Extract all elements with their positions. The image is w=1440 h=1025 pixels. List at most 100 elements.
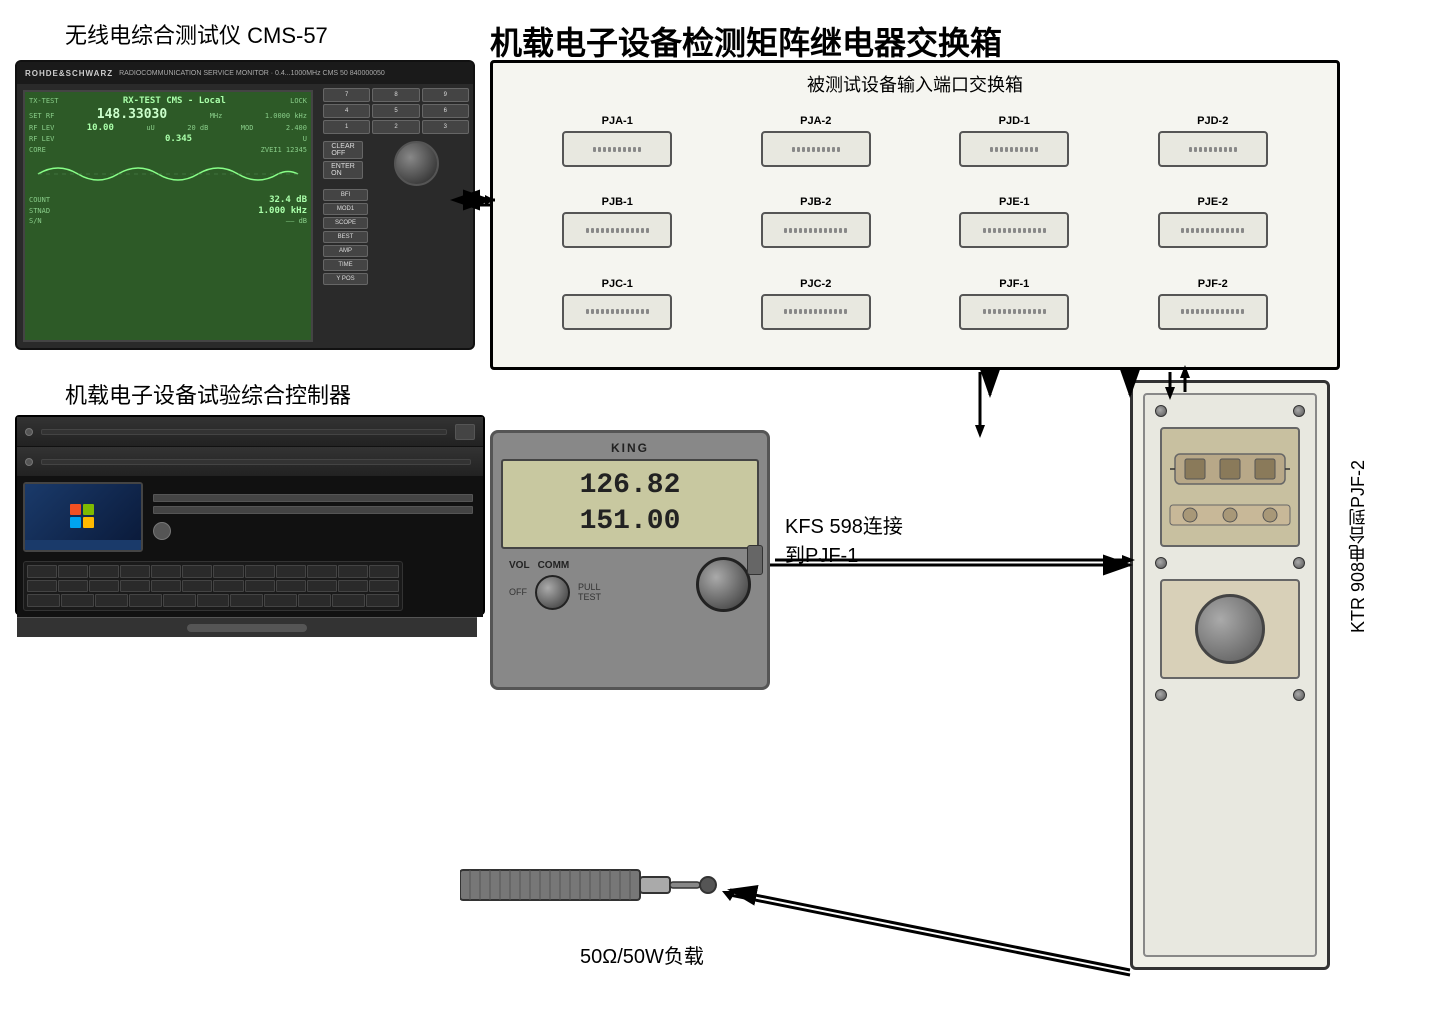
key-row3b [61,594,94,607]
pin [827,147,830,152]
pin [1028,309,1031,314]
kfs-labels: VOL COMM OFF PULL TEST [509,560,601,610]
kfs-vol-knob[interactable] [535,575,570,610]
kfs-connection-line1: KFS 598连接 [785,510,903,539]
cms-btn-4[interactable]: 4 [323,104,370,118]
kfs-main-knob[interactable] [696,557,751,612]
pin [631,228,634,233]
connector-pje1-port [959,212,1069,248]
key-row1l [369,565,399,578]
pin [1028,228,1031,233]
computer-handle [17,617,477,637]
cms-clear-btn[interactable]: CLEAROFF [323,141,363,159]
pin [794,228,797,233]
controller-label: 机载电子设备试验综合控制器 [65,378,351,410]
cms-main-knob[interactable] [394,141,439,186]
cms-btn-5[interactable]: 5 [372,104,419,118]
connector-pjf1-label: PJF-1 [999,278,1029,290]
cms-btn-1[interactable]: 7 [323,88,370,102]
ktr-screw-tr [1293,405,1305,417]
cms-time-btn[interactable]: TIME [323,259,368,271]
rack-unit-2 [17,447,483,477]
pin [1199,147,1202,152]
pin [611,228,614,233]
cms-zvei1: ZVEI1 12345 [261,146,307,154]
key-row1j [307,565,337,578]
key-row3i [298,594,331,607]
pin [792,147,795,152]
pin [1194,147,1197,152]
pin [993,228,996,233]
key-row3j [332,594,365,607]
pin [1206,309,1209,314]
cms-btn-2[interactable]: 8 [372,88,419,102]
pin [1201,228,1204,233]
win-q3 [70,517,81,528]
pin [834,309,837,314]
switch-box: 被测试设备输入端口交换箱 PJA-1 PJA-2 PJD-1 [490,60,1340,370]
power-button[interactable] [153,522,171,540]
pin [1033,228,1036,233]
load-device [460,855,720,925]
pin [641,228,644,233]
pin [586,228,589,233]
pin [1023,309,1026,314]
pin [1043,228,1046,233]
cms-best-btn[interactable]: BEST [323,231,368,243]
ktr-screw-tl [1155,405,1167,417]
cms-sn-label: S/N [29,217,42,225]
pin [829,309,832,314]
connector-pjc1-label: PJC-1 [602,278,633,290]
pin [601,309,604,314]
cms-screen: TX-TEST RX-TEST CMS - Local LOCK SET RF … [23,90,313,342]
cms-bfi-btn[interactable]: BFI [323,189,368,201]
ktr-coil-svg [1165,444,1295,494]
cms-mod1-btn[interactable]: MOD1 [323,203,368,215]
cms-device: ROHDE&SCHWARZ RADIOCOMMUNICATION SERVICE… [15,60,475,370]
cms-mod-label: MOD [241,124,254,132]
key-row3 [27,594,60,607]
pin [1226,309,1229,314]
key-row2d [120,580,150,593]
connector-pjc2: PJC-2 [722,278,911,349]
kfs-side-knob[interactable] [747,545,763,575]
cms-button-grid: 7 8 9 4 5 6 1 2 3 [323,88,469,134]
pin [817,147,820,152]
cms-btn-6[interactable]: 6 [422,104,469,118]
cms-enter-btn[interactable]: ENTERON [323,161,363,179]
cms-ypos-btn[interactable]: Y POS [323,273,368,285]
pin [807,147,810,152]
cms-stnad: 1.000 kHz [258,206,307,216]
pin [631,309,634,314]
switch-box-connectors: PJA-1 PJA-2 PJD-1 [493,105,1337,359]
pin [998,228,1001,233]
connector-pja1-port [562,131,672,167]
pin [1033,309,1036,314]
pin [611,309,614,314]
computer-keyboard-unit [17,557,483,617]
cms-freq-unit: MHz [210,112,223,120]
cms-amp-btn[interactable]: AMP [323,245,368,257]
cms-btn-9[interactable]: 3 [422,120,469,134]
pin [995,147,998,152]
win-q2 [83,504,94,515]
cms-btn-3[interactable]: 9 [422,88,469,102]
pin [993,309,996,314]
computer-screen-unit [17,477,483,557]
cms-btn-8[interactable]: 2 [372,120,419,134]
ktr-component-2 [1160,579,1300,679]
pin [839,309,842,314]
cms-mod-val: 2.400 [286,124,307,132]
key-row2e [151,580,181,593]
cms-btn-7[interactable]: 1 [323,120,370,134]
pin [834,228,837,233]
connector-pja1: PJA-1 [523,115,712,186]
key-row2 [27,580,57,593]
cms-scope-btn[interactable]: SCOPE [323,217,368,229]
pin [844,309,847,314]
cms-brand: ROHDE&SCHWARZ [25,69,113,78]
windows-logo [70,504,100,534]
rack-led2 [25,458,33,466]
pin [1003,228,1006,233]
pin [983,228,986,233]
